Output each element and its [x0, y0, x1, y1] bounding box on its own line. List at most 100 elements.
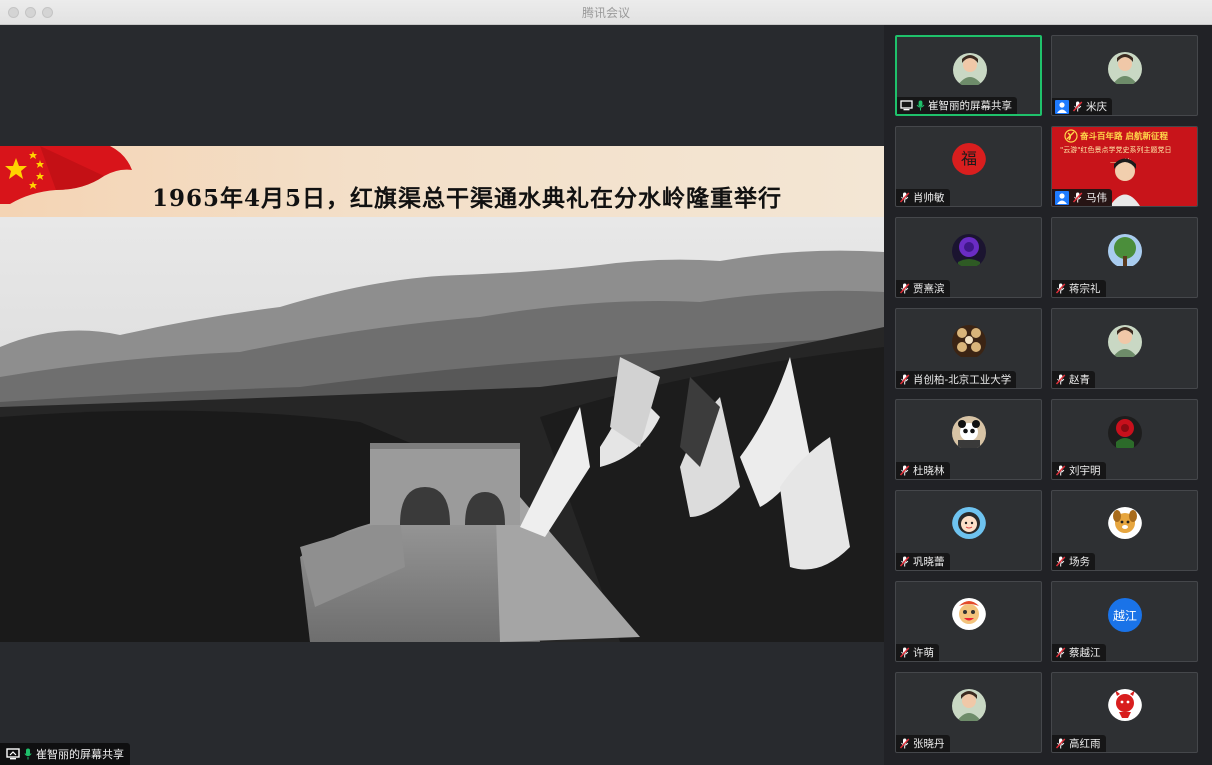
- screen-share-indicator: 崔智丽的屏幕共享: [0, 743, 130, 765]
- participant-name-label: 蔡越江: [1052, 644, 1106, 661]
- microphone-muted-icon: [1055, 738, 1066, 749]
- participant-name: 场务: [1069, 556, 1090, 568]
- cartoon-dog-icon: [1108, 507, 1142, 541]
- microphone-muted-icon: [1055, 465, 1066, 476]
- participant-tile[interactable]: 蒋宗礼: [1051, 217, 1198, 298]
- cartoon-face-icon: [952, 598, 986, 632]
- microphone-muted-icon: [899, 647, 910, 658]
- party-slide-subheading: "云游"红色景点学党史系列主题党日: [1060, 146, 1172, 154]
- participant-tile[interactable]: 肖创柏-北京工业大学: [895, 308, 1042, 389]
- participant-name-label: 贾熹滨: [896, 280, 950, 297]
- participant-name-label: 刘宇明: [1052, 462, 1106, 479]
- participant-avatar: 越江: [1108, 598, 1142, 632]
- microphone-muted-icon: [899, 374, 910, 385]
- person-photo-icon: [1108, 52, 1142, 86]
- microphone-muted-icon: [899, 465, 910, 476]
- participant-tile[interactable]: 许萌: [895, 581, 1042, 662]
- participant-avatar: [952, 598, 986, 632]
- participant-tile[interactable]: 福 肖帅敏: [895, 126, 1042, 207]
- participant-tile[interactable]: 高红雨: [1051, 672, 1198, 753]
- participant-tile[interactable]: 刘宇明: [1051, 399, 1198, 480]
- window-title: 腾讯会议: [581, 6, 630, 20]
- microphone-muted-icon: [1072, 101, 1083, 112]
- cartoon-devil-icon: [1108, 689, 1142, 723]
- participant-tile[interactable]: 米庆: [1051, 35, 1198, 116]
- participant-tile[interactable]: 奋斗百年路 启航新征程 "云游"红色景点学党史系列主题党日 ——站 马伟: [1051, 126, 1198, 207]
- participant-avatar: [952, 416, 986, 450]
- participant-tile[interactable]: 张晓丹: [895, 672, 1042, 753]
- participant-name-label: 高红雨: [1052, 735, 1106, 752]
- participant-avatar: [1108, 325, 1142, 359]
- participant-name-label: 许萌: [896, 644, 939, 661]
- participant-tile[interactable]: 贾熹滨: [895, 217, 1042, 298]
- participant-avatar: [1108, 52, 1142, 86]
- screen-share-label: 崔智丽的屏幕共享: [36, 748, 124, 761]
- microphone-muted-icon: [1055, 647, 1066, 658]
- host-badge-icon: [1055, 99, 1069, 114]
- participant-tile[interactable]: 杜晓林: [895, 399, 1042, 480]
- microphone-muted-icon: [899, 556, 910, 567]
- participant-name-label: 赵青: [1052, 371, 1095, 388]
- participant-tile[interactable]: 场务: [1051, 490, 1198, 571]
- red-rose-icon: [1108, 416, 1142, 450]
- microphone-muted-icon: [899, 738, 910, 749]
- participant-tile[interactable]: 巩晓蕾: [895, 490, 1042, 571]
- microphone-on-icon: [916, 100, 925, 111]
- participant-name: 赵青: [1069, 374, 1090, 386]
- participant-avatar: [952, 325, 986, 359]
- participant-avatar: [1108, 234, 1142, 268]
- microphone-muted-icon: [1055, 556, 1066, 567]
- screen-share-icon: [900, 100, 913, 111]
- tree-photo-icon: [1108, 234, 1142, 268]
- participant-name-label: 场务: [1052, 553, 1095, 570]
- party-slide-heading: 奋斗百年路 启航新征程: [1080, 132, 1168, 142]
- screen-share-icon: [6, 748, 20, 760]
- person-photo-icon: [1108, 325, 1142, 359]
- participant-tile[interactable]: 赵青: [1051, 308, 1198, 389]
- svg-text:福: 福: [961, 149, 977, 168]
- participant-avatar: [1108, 507, 1142, 541]
- microphone-muted-icon: [899, 192, 910, 203]
- participant-tile[interactable]: 越江 蔡越江: [1051, 581, 1198, 662]
- microphone-muted-icon: [1055, 283, 1066, 294]
- participant-avatar: [952, 234, 986, 268]
- participant-name: 蔡越江: [1069, 647, 1101, 659]
- shared-slide: 1965年4月5日，红旗渠总干渠通水典礼在分水岭隆重举行: [0, 146, 884, 642]
- fu-character-icon: 福: [952, 143, 986, 177]
- person-photo-icon: [953, 53, 987, 87]
- purple-rose-icon: [952, 234, 986, 268]
- slide-title: 1965年4月5日，红旗渠总干渠通水典礼在分水岭隆重举行: [152, 185, 783, 212]
- avatar-text: 越江: [1112, 608, 1137, 623]
- host-badge-icon: [1055, 190, 1069, 205]
- microphone-muted-icon: [1055, 374, 1066, 385]
- participant-name-label: 肖帅敏: [896, 189, 950, 206]
- participant-gallery[interactable]: 崔智丽的屏幕共享 米庆福 肖帅敏 奋斗百年路 启航新征程 "云游"红色景点学党史…: [884, 25, 1212, 765]
- participant-avatar: [952, 507, 986, 541]
- canal-ceremony-photo: [0, 217, 884, 642]
- participant-name: 蒋宗礼: [1069, 283, 1101, 295]
- participant-name: 刘宇明: [1069, 465, 1101, 477]
- panda-icon: [952, 416, 986, 450]
- participant-name-label: 米庆: [1052, 98, 1112, 115]
- shared-screen-stage[interactable]: 1965年4月5日，红旗渠总干渠通水典礼在分水岭隆重举行 崔智丽的屏幕共享: [0, 25, 884, 765]
- participant-name: 崔智丽的屏幕共享: [928, 100, 1012, 112]
- participant-name: 贾熹滨: [913, 283, 945, 295]
- participant-name: 高红雨: [1069, 738, 1101, 750]
- participant-avatar: [953, 53, 987, 87]
- participant-name: 杜晓林: [913, 465, 945, 477]
- cartoon-girl-icon: [952, 507, 986, 541]
- participant-tile[interactable]: 崔智丽的屏幕共享: [895, 35, 1042, 116]
- participant-name: 马伟: [1086, 192, 1107, 204]
- microphone-muted-icon: [1072, 192, 1083, 203]
- participant-name-label: 马伟: [1052, 189, 1112, 206]
- participant-name: 米庆: [1086, 101, 1107, 113]
- participant-name: 许萌: [913, 647, 934, 659]
- participant-avatar: [1108, 689, 1142, 723]
- red-flag-icon: [0, 146, 132, 204]
- participant-name: 肖创柏-北京工业大学: [913, 374, 1012, 386]
- slide-banner: 1965年4月5日，红旗渠总干渠通水典礼在分水岭隆重举行: [0, 146, 884, 217]
- participant-avatar: [1108, 416, 1142, 450]
- party-emblem-icon: [1064, 129, 1078, 143]
- participant-name-label: 崔智丽的屏幕共享: [897, 97, 1017, 114]
- participant-avatar: [952, 689, 986, 723]
